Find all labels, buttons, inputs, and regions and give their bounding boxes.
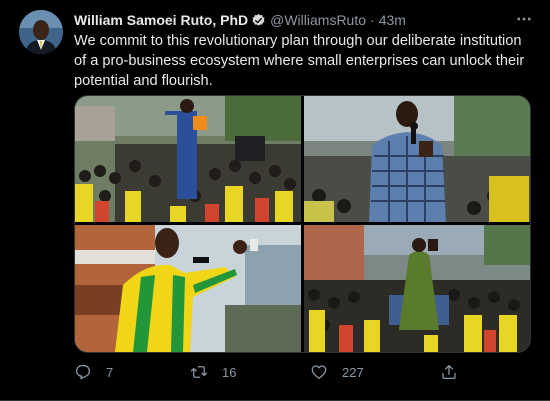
reply-icon [75, 364, 91, 380]
photo-1[interactable] [75, 96, 301, 222]
reply-button[interactable]: 7 [74, 361, 113, 383]
tweet-text: We commit to this revolutionary plan thr… [74, 33, 525, 89]
timestamp[interactable]: 43m [379, 12, 406, 28]
verified-badge-icon [251, 13, 266, 28]
separator-dot: · [370, 12, 375, 28]
more-icon[interactable] [514, 10, 534, 28]
tweet-header: William Samoei Ruto, PhD @WilliamsRuto ·… [74, 11, 534, 29]
heart-icon [311, 365, 327, 380]
retweet-count: 16 [222, 364, 237, 380]
photo-2[interactable] [304, 96, 530, 222]
share-icon [442, 364, 456, 380]
author-handle[interactable]: @WilliamsRuto [270, 12, 366, 28]
retweet-button[interactable]: 16 [190, 361, 236, 383]
share-button[interactable] [440, 361, 472, 383]
reply-count: 7 [106, 364, 114, 380]
avatar-image [19, 10, 63, 54]
like-count: 227 [342, 364, 364, 380]
photo-4[interactable] [304, 225, 530, 352]
media-grid [74, 95, 531, 353]
like-button[interactable]: 227 [310, 361, 364, 383]
tweet-actions: 7 16 227 [74, 361, 474, 383]
tweet-card[interactable]: William Samoei Ruto, PhD @WilliamsRuto ·… [0, 0, 550, 401]
author-name[interactable]: William Samoei Ruto, PhD [74, 12, 248, 28]
retweet-icon [190, 366, 208, 378]
avatar[interactable] [19, 10, 63, 54]
photo-3[interactable] [75, 225, 301, 352]
